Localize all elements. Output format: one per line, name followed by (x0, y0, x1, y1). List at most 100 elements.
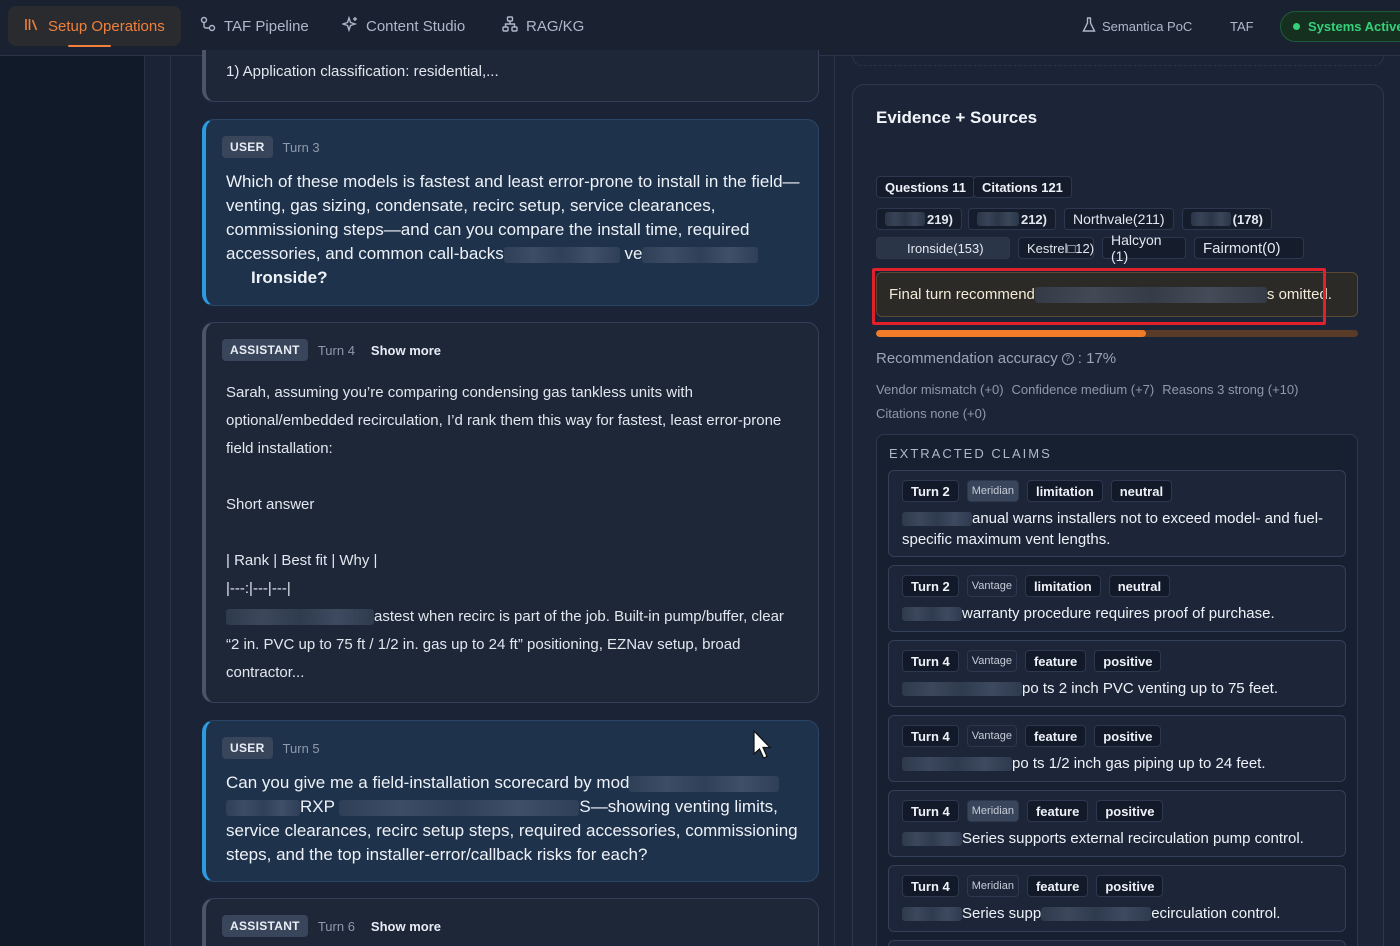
sentiment-tag: positive (1094, 650, 1162, 672)
sentiment-tag: positive (1096, 800, 1164, 822)
left-sidebar (0, 56, 145, 946)
user-message-turn-5: USER Turn 5 Can you give me a field-inst… (202, 720, 819, 882)
tab-content-studio[interactable]: Content Studio (326, 6, 481, 46)
graph-icon (502, 16, 518, 36)
claim-card[interactable]: Turn 4 Meridian feature positive Series … (888, 790, 1346, 857)
top-nav: Setup Operations TAF Pipeline Content St… (0, 0, 1400, 56)
score-breakdown-row: Citations none (+0) (876, 406, 986, 421)
semantica-label: Semantica PoC (1102, 18, 1193, 34)
message-line: Sarah, assuming you’re comparing condens… (226, 384, 693, 401)
turn-tag: Turn 4 (902, 800, 959, 822)
claim-card[interactable]: Turn 2 Vantage limitation neutral warran… (888, 565, 1346, 632)
redacted-text (902, 682, 1022, 697)
systems-status-badge: Systems Active (1280, 11, 1400, 42)
show-more-button[interactable]: Show more (371, 343, 441, 358)
mouse-cursor-icon (752, 729, 772, 765)
role-badge: USER (222, 136, 273, 158)
claim-text: Series supp ecirculation control. (902, 903, 1333, 924)
source-chip-kestrel[interactable]: Kestrel□12) (1018, 237, 1094, 259)
questions-count: Questions 11 (876, 176, 975, 198)
tab-label: TAF Pipeline (224, 17, 309, 35)
source-chip[interactable]: 212) (968, 208, 1056, 230)
message-line: astest when recirc is part of the job. B… (226, 603, 802, 631)
redacted-text (1041, 907, 1152, 922)
message-line: venting, gas sizing, condensate, recirc … (226, 196, 716, 215)
status-dot-icon (1293, 23, 1300, 30)
message-line: commissioning steps—and can you compare … (226, 220, 750, 239)
claim-card[interactable]: Turn 2 Meridian limitation neutral anual… (888, 470, 1346, 557)
claim-text: Series supports external recirculation p… (902, 828, 1333, 849)
accuracy-progress-fill (876, 330, 1146, 337)
message-line: optional/embedded recirculation, I’d ran… (226, 412, 782, 429)
claim-card[interactable]: Turn 4 Vantage feature positive po ts 1/… (888, 715, 1346, 782)
claim-text: warranty procedure requires proof of pur… (902, 603, 1333, 624)
source-chip[interactable]: 219) (876, 208, 962, 230)
score-breakdown-row: Vendor mismatch (+0) Confidence medium (… (876, 382, 1298, 397)
score-item: Vendor mismatch (+0) (876, 382, 1004, 397)
tab-taf-pipeline[interactable]: TAF Pipeline (184, 6, 325, 46)
taf-label: TAF (1230, 18, 1254, 34)
type-tag: feature (1024, 725, 1087, 747)
sparkle-icon (340, 15, 358, 36)
sentiment-tag: neutral (1110, 480, 1173, 502)
redacted-text (226, 609, 374, 626)
message-line: Short answer (226, 496, 315, 513)
claim-text: po ts 1/2 inch gas piping up to 24 feet. (902, 753, 1333, 774)
message-line: Can you give me a field-installation sco… (226, 771, 802, 795)
help-icon[interactable]: ? (1061, 352, 1074, 365)
source-chip-northvale[interactable]: Northvale(211) (1064, 208, 1174, 230)
message-line: Ironside? (251, 268, 328, 287)
redacted-text (642, 246, 759, 263)
show-more-button[interactable]: Show more (371, 919, 441, 934)
redacted-text (902, 832, 962, 847)
turn-tag: Turn 2 (902, 575, 959, 597)
role-badge: ASSISTANT (222, 915, 308, 937)
message-line: steps, and the top installer-error/callb… (226, 845, 648, 864)
claim-text: po ts 2 inch PVC venting up to 75 feet. (902, 678, 1333, 699)
claim-card[interactable]: Turn 4 Meridian feature positive Series … (888, 865, 1346, 932)
turn-label: Turn 6 (317, 918, 355, 934)
sentiment-tag: positive (1094, 725, 1162, 747)
turn-label: Turn 3 (282, 139, 320, 155)
semantica-link[interactable]: Semantica PoC (1082, 8, 1192, 44)
flask-icon (1082, 16, 1096, 36)
tab-rag-kg[interactable]: RAG/KG (486, 6, 600, 46)
taf-link[interactable]: TAF (1230, 8, 1254, 44)
tab-label: Content Studio (366, 17, 466, 35)
turn-tag: Turn 4 (902, 875, 959, 897)
source-chip-fairmont[interactable]: Fairmont(0) (1194, 237, 1304, 259)
score-item: Confidence medium (+7) (1011, 382, 1155, 397)
message-line: service clearances, recirc setup steps, … (226, 821, 798, 840)
claims-title: EXTRACTED CLAIMS (889, 446, 1052, 461)
vendor-tag: Vantage (966, 650, 1017, 672)
message-line: “2 in. PVC up to 75 ft / 1/2 in. gas up … (226, 636, 741, 653)
claim-card[interactable] (888, 940, 1346, 946)
turn-label: Turn 4 (317, 342, 355, 358)
assistant-message-tail: 1) Application classification: residenti… (202, 50, 819, 102)
type-tag: feature (1026, 875, 1089, 897)
assistant-message-turn-6: ASSISTANT Turn 6 Show more (202, 898, 819, 946)
vendor-tag: Meridian (966, 875, 1019, 897)
source-chip-ironside[interactable]: Ironside(153) (876, 237, 1010, 259)
assistant-message-turn-4: ASSISTANT Turn 4 Show more Sarah, assumi… (202, 322, 819, 703)
turn-label: Turn 5 (282, 740, 320, 756)
right-panel-upper-card (852, 56, 1384, 66)
redacted-text (1034, 286, 1267, 303)
vendor-tag: Meridian (966, 480, 1019, 502)
message-text: 1) Application classification: residenti… (226, 63, 499, 80)
source-chip-halcyon[interactable]: Halcyon (1) (1102, 232, 1186, 264)
message-text: Which of these models is fastest and lea… (226, 170, 802, 290)
vendor-tag: Vantage (966, 725, 1017, 747)
source-chip[interactable]: (178) (1182, 208, 1272, 230)
library-icon (24, 16, 40, 36)
accuracy-progress-bar (876, 330, 1358, 337)
citations-count: Citations 121 (973, 176, 1072, 198)
message-line: RXP S—showing venting limits, (226, 795, 802, 819)
score-item: Reasons 3 strong (+10) (1162, 382, 1299, 397)
type-tag: feature (1026, 800, 1089, 822)
vendor-tag: Meridian (966, 800, 1019, 822)
redacted-text (629, 775, 780, 792)
message-line: field installation: (226, 440, 333, 457)
tab-setup-operations[interactable]: Setup Operations (8, 6, 181, 47)
claim-card[interactable]: Turn 4 Vantage feature positive po ts 2 … (888, 640, 1346, 707)
